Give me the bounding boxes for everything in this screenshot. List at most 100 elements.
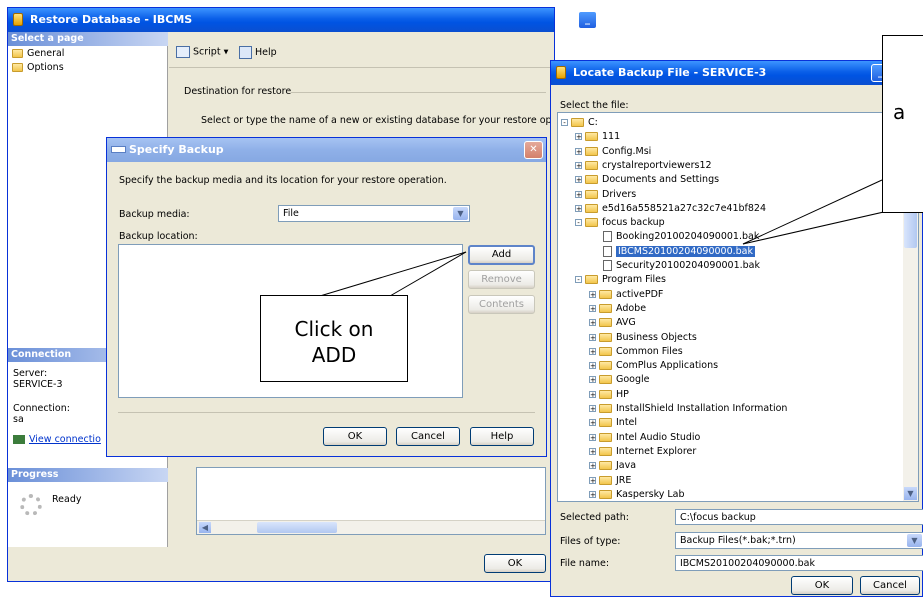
folder-icon [599,361,612,371]
expand-icon[interactable]: + [589,333,596,341]
expand-icon[interactable]: + [589,390,596,398]
progress-header: Progress [8,468,168,482]
help-button[interactable]: Help [239,46,277,59]
tree-folder-item[interactable]: + Documents and Settings [575,173,719,187]
tree-folder-item[interactable]: + activePDF [589,288,663,302]
collapse-icon[interactable]: - [575,276,582,284]
expand-icon[interactable]: + [589,376,596,384]
folder-icon [599,318,612,328]
backup-media-select[interactable]: File ▼ [278,205,470,222]
tree-folder-item[interactable]: + Adobe [589,302,646,316]
tree-item-label: focus backup [602,217,665,229]
tree-file-item[interactable]: Security20100204090001.bak [603,259,760,273]
tree-item-label: InstallShield Installation Information [616,403,788,414]
tree-folder-item[interactable]: + Common Files [589,345,683,359]
scroll-thumb[interactable] [257,522,337,533]
tree-folder-item[interactable]: + InstallShield Installation Information [589,402,787,416]
tree-folder-item[interactable]: + HP [589,388,629,402]
expand-icon[interactable]: + [589,433,596,441]
tree-folder-item[interactable]: + Config.Msi [575,145,651,159]
minimize-button[interactable]: _ [578,11,597,29]
specify-ok-button[interactable]: OK [323,427,387,446]
expand-icon[interactable]: + [589,419,596,427]
window-icon [111,146,126,153]
restore-ok-button[interactable]: OK [484,554,546,573]
expand-icon[interactable]: + [589,319,596,327]
tree-item-label: AVG [616,317,636,329]
file-name-field[interactable]: IBCMS20100204090000.bak [675,555,923,571]
tree-folder-item[interactable]: + e5d16a558521a27c32c7e41bf824 [575,202,766,216]
file-icon [603,260,612,271]
expand-icon[interactable]: + [589,447,596,455]
chevron-down-icon[interactable]: ▼ [907,534,922,547]
restore-title: Restore Database - IBCMS [30,13,193,26]
expand-icon[interactable]: + [575,161,582,169]
tree-folder-item[interactable]: + Internet Explorer [589,445,696,459]
tree-folder-item[interactable]: + ComPlus Applications [589,359,718,373]
destination-text: Select or type the name of a new or exis… [201,115,589,126]
tree-file-item[interactable]: Booking20100204090001.bak [603,230,759,244]
restore-title-bar[interactable]: Restore Database - IBCMS [8,8,554,32]
tree-folder-item[interactable]: + Intel Audio Studio [589,431,700,445]
tree-folder-item[interactable]: + Drivers [575,188,636,202]
specify-help-button[interactable]: Help [470,427,534,446]
expand-icon[interactable]: + [575,176,582,184]
expand-icon[interactable]: + [575,133,582,141]
tree-file-item[interactable]: IBCMS20100204090000.bak [603,245,756,259]
expand-icon[interactable]: + [589,490,596,498]
expand-icon[interactable]: + [589,476,596,484]
specify-title-bar[interactable]: Specify Backup [107,138,546,162]
tree-item-label: Drivers [602,188,637,200]
expand-icon[interactable]: + [575,204,582,212]
expand-icon[interactable]: + [589,290,596,298]
tree-folder-item[interactable]: + Business Objects [589,331,697,345]
tree-folder-item[interactable]: + AVG [589,316,636,330]
tree-item-label: Business Objects [616,331,697,343]
files-of-type-select[interactable]: Backup Files(*.bak;*.trn) ▼ [675,532,923,549]
tree-folder-item[interactable]: + Kaspersky Lab [589,488,685,501]
collapse-icon[interactable]: - [561,119,568,127]
expand-icon[interactable]: + [589,405,596,413]
tree-folder-item[interactable]: +111 [575,130,620,144]
spinner-icon [20,494,42,516]
horizontal-scrollbar[interactable]: ◀ [197,520,545,534]
tree-folder-item[interactable]: + Java [589,459,636,473]
page-general[interactable]: General [12,48,64,59]
expand-icon[interactable]: + [589,462,596,470]
folder-icon [585,132,598,142]
close-button[interactable]: ✕ [524,141,543,159]
selected-path-field[interactable]: C:\focus backup [675,509,923,525]
tree-folder-item[interactable]: + JRE [589,474,631,488]
tree-item-label: Program Files [602,274,666,286]
tree-folder-item[interactable]: - C: [561,116,598,130]
locate-title-bar[interactable]: Locate Backup File - SERVICE-3 [551,61,922,85]
collapse-icon[interactable]: - [575,219,582,227]
scroll-down-icon[interactable]: ▼ [904,487,917,500]
tree-folder-item[interactable]: - Program Files [575,273,666,287]
expand-icon[interactable]: + [589,304,596,312]
folder-icon [599,418,612,428]
folder-icon [599,461,612,471]
tree-item-label: IBCMS20100204090000.bak [616,245,756,257]
tree-item-label: Java [616,460,637,472]
expand-icon[interactable]: + [589,347,596,355]
tree-folder-item[interactable]: + Intel [589,416,637,430]
view-connection-link[interactable]: View connectio [13,434,101,445]
locate-cancel-button[interactable]: Cancel [860,576,920,595]
connection-label: Connection: [13,403,70,414]
expand-icon[interactable]: + [589,362,596,370]
scroll-left-icon[interactable]: ◀ [199,522,211,533]
page-options[interactable]: Options [12,62,64,73]
connection-icon [13,435,25,444]
expand-icon[interactable]: + [575,190,582,198]
script-button[interactable]: Script ▾ [176,46,228,58]
tree-item-label: Common Files [616,345,683,357]
specify-cancel-button[interactable]: Cancel [396,427,460,446]
expand-icon[interactable]: + [575,147,582,155]
tree-folder-item[interactable]: + crystalreportviewers12 [575,159,712,173]
tree-folder-item[interactable]: - focus backup [575,216,665,230]
tree-folder-item[interactable]: + Google [589,373,650,387]
locate-ok-button[interactable]: OK [791,576,853,595]
chevron-down-icon[interactable]: ▼ [453,207,468,220]
page-icon [12,63,23,72]
